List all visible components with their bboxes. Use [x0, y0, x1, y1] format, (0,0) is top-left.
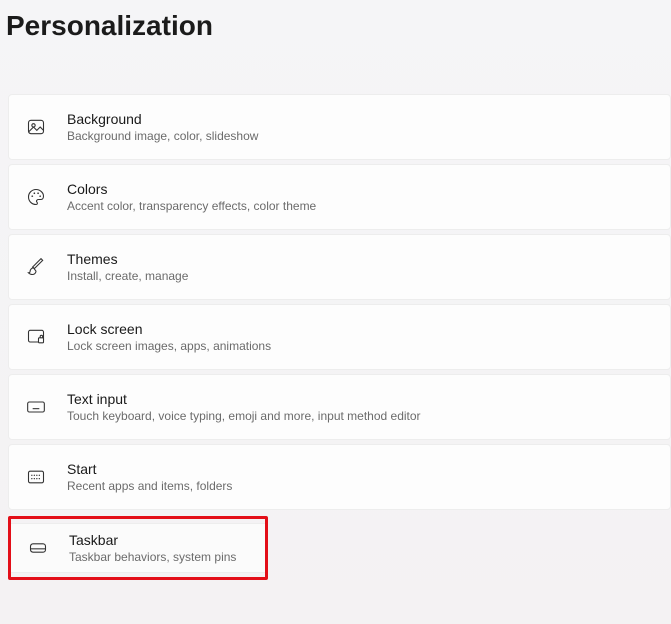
- item-desc: Lock screen images, apps, animations: [67, 339, 271, 353]
- item-text: Taskbar Taskbar behaviors, system pins: [69, 532, 236, 564]
- item-desc: Taskbar behaviors, system pins: [69, 550, 236, 564]
- page-title: Personalization: [0, 0, 671, 66]
- item-text: Background Background image, color, slid…: [67, 111, 258, 143]
- palette-icon: [25, 186, 47, 208]
- settings-list: Background Background image, color, slid…: [0, 66, 671, 580]
- item-text: Lock screen Lock screen images, apps, an…: [67, 321, 271, 353]
- item-background[interactable]: Background Background image, color, slid…: [8, 94, 671, 160]
- item-desc: Install, create, manage: [67, 269, 188, 283]
- item-text: Start Recent apps and items, folders: [67, 461, 232, 493]
- item-start[interactable]: Start Recent apps and items, folders: [8, 444, 671, 510]
- item-title: Lock screen: [67, 321, 271, 337]
- item-text-input[interactable]: Text input Touch keyboard, voice typing,…: [8, 374, 671, 440]
- item-desc: Recent apps and items, folders: [67, 479, 232, 493]
- item-title: Start: [67, 461, 232, 477]
- brush-icon: [25, 256, 47, 278]
- item-title: Colors: [67, 181, 316, 197]
- image-icon: [25, 116, 47, 138]
- item-text: Colors Accent color, transparency effect…: [67, 181, 316, 213]
- item-text: Themes Install, create, manage: [67, 251, 188, 283]
- keyboard-icon: [25, 396, 47, 418]
- item-desc: Touch keyboard, voice typing, emoji and …: [67, 409, 421, 423]
- highlight-box: Taskbar Taskbar behaviors, system pins: [8, 516, 268, 580]
- lockscreen-icon: [25, 326, 47, 348]
- item-title: Text input: [67, 391, 421, 407]
- item-themes[interactable]: Themes Install, create, manage: [8, 234, 671, 300]
- item-taskbar[interactable]: Taskbar Taskbar behaviors, system pins: [11, 523, 265, 573]
- start-icon: [25, 466, 47, 488]
- item-title: Background: [67, 111, 258, 127]
- item-colors[interactable]: Colors Accent color, transparency effect…: [8, 164, 671, 230]
- item-desc: Accent color, transparency effects, colo…: [67, 199, 316, 213]
- item-title: Taskbar: [69, 532, 236, 548]
- item-title: Themes: [67, 251, 188, 267]
- item-desc: Background image, color, slideshow: [67, 129, 258, 143]
- item-text: Text input Touch keyboard, voice typing,…: [67, 391, 421, 423]
- taskbar-icon: [27, 537, 49, 559]
- item-lock-screen[interactable]: Lock screen Lock screen images, apps, an…: [8, 304, 671, 370]
